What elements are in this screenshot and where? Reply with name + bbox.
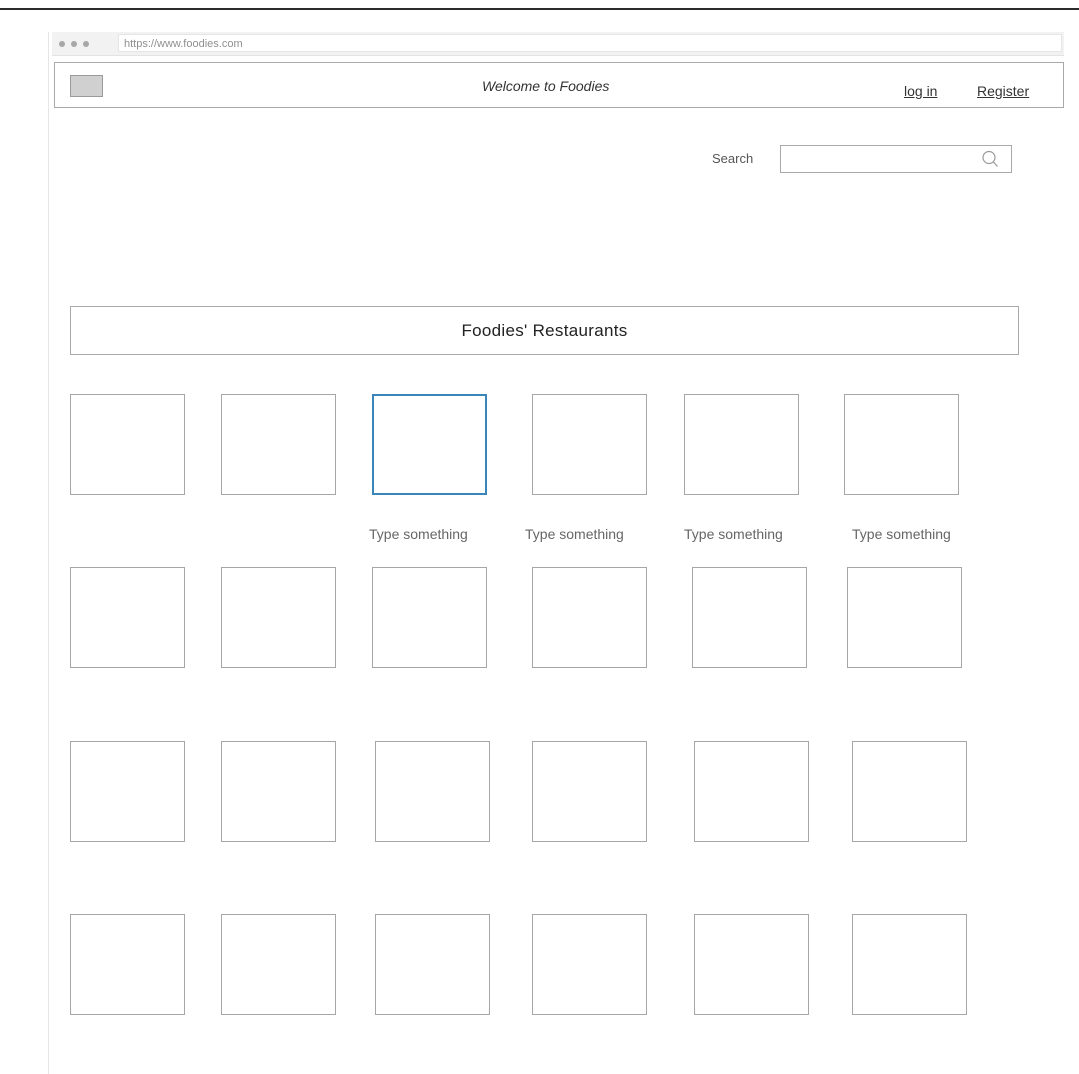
search-input[interactable]: [780, 145, 1012, 173]
login-link[interactable]: log in: [904, 83, 937, 99]
restaurant-tile[interactable]: [532, 567, 647, 668]
tile-caption: Type something: [369, 526, 468, 542]
browser-bar: https://www.foodies.com: [52, 32, 1064, 56]
restaurant-tile[interactable]: [70, 394, 185, 495]
restaurant-tile[interactable]: [532, 394, 647, 495]
logo-placeholder: [70, 75, 103, 97]
header-bar: Welcome to Foodies log in Register: [54, 62, 1064, 108]
window-dot-icon: [83, 41, 89, 47]
tile-caption: Type something: [852, 526, 951, 542]
restaurant-tile[interactable]: [221, 914, 336, 1015]
restaurant-tile[interactable]: [70, 741, 185, 842]
restaurant-tile[interactable]: [375, 914, 490, 1015]
restaurant-tile[interactable]: [221, 741, 336, 842]
restaurant-tile[interactable]: [852, 741, 967, 842]
restaurant-tile[interactable]: [70, 914, 185, 1015]
restaurant-tile[interactable]: [221, 394, 336, 495]
restaurant-tile[interactable]: [70, 567, 185, 668]
restaurant-tile[interactable]: [372, 567, 487, 668]
section-title: Foodies' Restaurants: [70, 306, 1019, 355]
restaurant-tile[interactable]: [694, 914, 809, 1015]
page-title: Welcome to Foodies: [482, 78, 610, 94]
restaurant-tile[interactable]: [532, 914, 647, 1015]
window-dot-icon: [59, 41, 65, 47]
window-dot-icon: [71, 41, 77, 47]
top-rule: [0, 8, 1079, 10]
page-frame-border: [48, 32, 49, 1074]
restaurant-tile[interactable]: [692, 567, 807, 668]
restaurant-tile[interactable]: [844, 394, 959, 495]
restaurant-tile-selected[interactable]: [372, 394, 487, 495]
restaurant-tile[interactable]: [847, 567, 962, 668]
tile-caption: Type something: [684, 526, 783, 542]
address-bar[interactable]: https://www.foodies.com: [118, 34, 1062, 52]
restaurant-tile[interactable]: [221, 567, 336, 668]
restaurant-tile[interactable]: [694, 741, 809, 842]
tile-caption: Type something: [525, 526, 624, 542]
restaurant-tile[interactable]: [852, 914, 967, 1015]
search-label: Search: [712, 151, 754, 166]
search-icon[interactable]: [981, 150, 999, 168]
restaurant-tile[interactable]: [684, 394, 799, 495]
restaurant-tile[interactable]: [532, 741, 647, 842]
restaurant-tile[interactable]: [375, 741, 490, 842]
register-link[interactable]: Register: [977, 83, 1029, 99]
